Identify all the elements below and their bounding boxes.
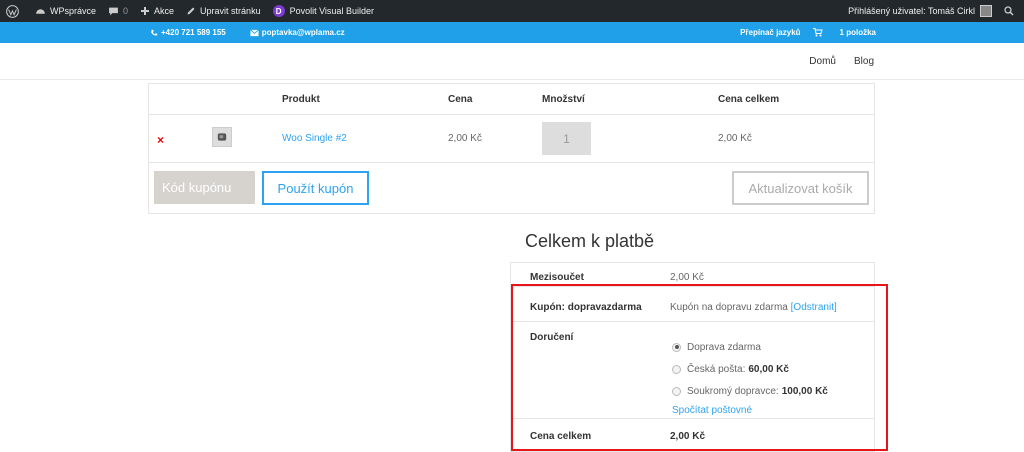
column-header-product: Produkt xyxy=(282,94,320,105)
user-greeting: Přihlášený uživatel: Tomáš Cirkl xyxy=(848,6,975,16)
remove-coupon-link[interactable]: [Odstranit] xyxy=(791,302,837,313)
product-price: 2,00 Kč xyxy=(448,133,482,144)
calculate-shipping-link[interactable]: Spočítat poštovné xyxy=(672,405,828,416)
shipping-options: Doprava zdarma Česká pošta: 60,00 Kč Sou… xyxy=(672,336,828,416)
comments-menu[interactable]: 0 xyxy=(102,0,134,22)
site-menu[interactable]: WPsprávce xyxy=(29,0,102,22)
edit-label: Upravit stránku xyxy=(200,6,261,16)
shipping-option-free[interactable]: Doprava zdarma xyxy=(672,336,828,358)
coupon-code-input[interactable] xyxy=(154,171,255,204)
pencil-icon xyxy=(187,7,195,15)
shipping-option-label: Soukromý dopravce: xyxy=(687,385,779,397)
product-name-link[interactable]: Woo Single #2 xyxy=(282,133,347,144)
admin-search-button[interactable] xyxy=(998,0,1024,22)
comments-count: 0 xyxy=(123,6,129,16)
cart-table-header: Produkt Cena Množství Cena celkem xyxy=(149,84,874,115)
cart-icon xyxy=(812,28,823,37)
cart-totals-table: Mezisoučet 2,00 Kč Kupón: dopravazdarma … xyxy=(510,262,875,452)
cart-link[interactable]: 1 položka xyxy=(812,28,876,37)
radio-button[interactable] xyxy=(672,386,681,396)
language-switcher[interactable]: Přepínač jazyků xyxy=(740,28,800,37)
email-address: poptavka@wplama.cz xyxy=(261,28,345,37)
radio-button[interactable] xyxy=(672,342,681,352)
new-content-menu[interactable]: Akce xyxy=(134,0,180,22)
envelope-icon xyxy=(249,29,259,36)
cart-table: Produkt Cena Množství Cena celkem × Woo … xyxy=(148,83,875,214)
update-cart-button[interactable]: Aktualizovat košík xyxy=(732,171,869,205)
user-account-menu[interactable]: Přihlášený uživatel: Tomáš Cirkl xyxy=(842,0,998,22)
remove-item-button[interactable]: × xyxy=(157,133,164,147)
column-header-quantity: Množství xyxy=(542,94,585,105)
shipping-option-label: Česká pošta: xyxy=(687,363,746,375)
shipping-label: Doručení xyxy=(530,332,574,343)
phone-contact[interactable]: +420 721 589 155 xyxy=(150,28,238,37)
subtotal-value: 2,00 Kč xyxy=(670,272,704,283)
dashboard-icon xyxy=(36,8,45,14)
coupon-value: Kupón na dopravu zdarma [Odstranit] xyxy=(670,302,837,313)
divi-logo-icon: D xyxy=(272,5,285,17)
plus-icon xyxy=(141,7,150,15)
column-header-price: Cena xyxy=(448,94,473,105)
column-header-total: Cena celkem xyxy=(718,94,780,105)
subtotal-label: Mezisoučet xyxy=(530,272,584,283)
order-total-row: Cena celkem 2,00 Kč xyxy=(511,419,874,452)
product-subtotal: 2,00 Kč xyxy=(718,133,752,144)
main-header: Domů Blog xyxy=(0,43,1024,79)
coupon-label: Kupón: dopravazdarma xyxy=(530,302,642,313)
phone-number: +420 721 589 155 xyxy=(161,28,226,37)
shipping-option-label: Doprava zdarma xyxy=(687,341,761,353)
admin-bar: WPsprávce 0 Akce Upravit stránku D Povol… xyxy=(0,0,1024,22)
coupon-row: Kupón: dopravazdarma Kupón na dopravu zd… xyxy=(511,287,874,322)
avatar xyxy=(980,5,992,17)
edit-page-link[interactable]: Upravit stránku xyxy=(180,0,267,22)
nav-item-blog[interactable]: Blog xyxy=(854,56,874,67)
shipping-option-private-carrier[interactable]: Soukromý dopravce: 100,00 Kč xyxy=(672,380,828,402)
nav-item-home[interactable]: Domů xyxy=(809,56,836,67)
order-total-label: Cena celkem xyxy=(530,431,592,442)
comment-icon xyxy=(109,7,118,15)
site-name: WPsprávce xyxy=(50,6,97,16)
cart-totals-title: Celkem k platbě xyxy=(525,231,655,251)
top-header: +420 721 589 155 poptavka@wplama.cz Přep… xyxy=(0,22,1024,43)
shipping-option-ceska-posta[interactable]: Česká pošta: 60,00 Kč xyxy=(672,358,828,380)
wordpress-logo-icon[interactable] xyxy=(0,0,29,22)
apply-coupon-button[interactable]: Použít kupón xyxy=(262,171,369,205)
subtotal-row: Mezisoučet 2,00 Kč xyxy=(511,263,874,287)
cart-count: 1 položka xyxy=(839,28,876,37)
product-image-icon xyxy=(217,133,227,141)
product-thumbnail[interactable] xyxy=(212,127,232,147)
email-contact[interactable]: poptavka@wplama.cz xyxy=(249,28,357,37)
table-row: × Woo Single #2 2,00 Kč 2,00 Kč xyxy=(149,115,874,163)
main-nav: Domů Blog xyxy=(791,43,874,79)
visual-builder-link[interactable]: D Povolit Visual Builder xyxy=(267,0,380,22)
shipping-option-price: 100,00 Kč xyxy=(781,385,828,397)
coupon-description: Kupón na dopravu zdarma xyxy=(670,302,788,313)
radio-button[interactable] xyxy=(672,364,681,374)
quantity-input[interactable] xyxy=(542,122,591,155)
shipping-row: Doručení Doprava zdarma Česká pošta: 60,… xyxy=(511,322,874,419)
phone-icon xyxy=(151,29,158,36)
order-total-value: 2,00 Kč xyxy=(670,431,706,442)
visual-builder-label: Povolit Visual Builder xyxy=(289,6,374,16)
search-icon xyxy=(1004,6,1014,16)
new-label: Akce xyxy=(154,6,175,16)
cart-actions: Použít kupón Aktualizovat košík xyxy=(149,163,874,215)
shipping-option-price: 60,00 Kč xyxy=(748,363,789,375)
